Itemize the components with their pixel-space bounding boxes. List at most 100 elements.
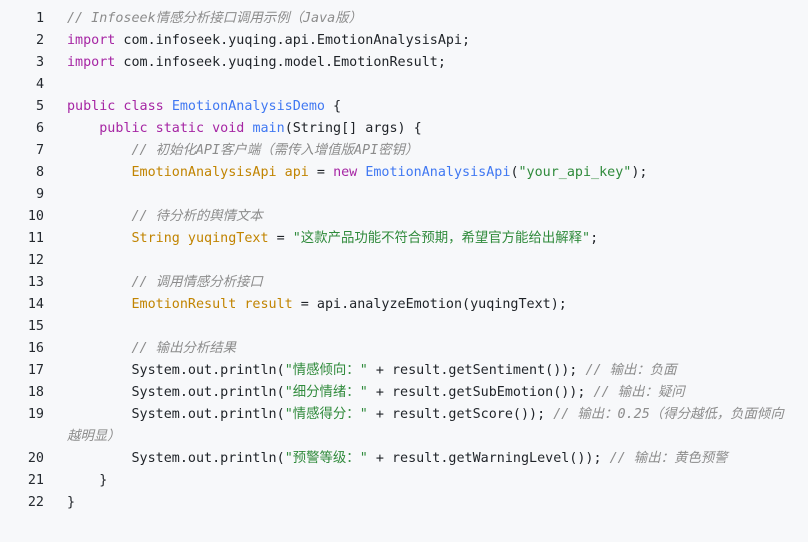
line-number: 22 [27, 495, 44, 510]
code-text: public static void main(String[] args) { [67, 118, 808, 140]
code-text: public class EmotionAnalysisDemo { [67, 96, 808, 118]
line-number: 5 [35, 99, 44, 114]
line-number: 13 [27, 275, 44, 290]
code-text: EmotionAnalysisApi api = new EmotionAnal… [67, 162, 808, 184]
code-token: com.infoseek.yuqing.api.EmotionAnalysisA… [115, 33, 471, 48]
line-number: 11 [27, 231, 44, 246]
code-token: // 输出：负面 [585, 363, 677, 378]
code-text: } [67, 470, 808, 492]
code-token: "情感得分：" [284, 407, 368, 422]
code-token: public class [67, 99, 164, 114]
code-token: // 输出：疑问 [593, 385, 685, 400]
code-line: 8 EmotionAnalysisApi api = new EmotionAn… [0, 162, 808, 184]
code-line: 14 EmotionResult result = api.analyzeEmo… [0, 294, 808, 316]
code-token: EmotionAnalysisApi [365, 165, 511, 180]
code-text: System.out.println("情感得分：" + result.getS… [67, 404, 808, 426]
line-number: 7 [35, 143, 44, 158]
code-line: 15 [0, 316, 808, 338]
code-token: // 待分析的舆情文本 [131, 209, 263, 224]
code-token: ( [510, 165, 519, 180]
line-number: 14 [27, 297, 44, 312]
code-token: ); [631, 165, 648, 180]
code-line: 4 [0, 74, 808, 96]
code-line: 1 // Infoseek情感分析接口调用示例（Java版） [0, 8, 808, 30]
code-line: 13 // 调用情感分析接口 [0, 272, 808, 294]
code-token: // 调用情感分析接口 [131, 275, 263, 290]
code-block: 1 // Infoseek情感分析接口调用示例（Java版） 2 import com… [0, 8, 808, 514]
code-token: + result.getSentiment()); [367, 363, 586, 378]
code-line: 18 System.out.println("细分情绪：" + result.g… [0, 382, 808, 404]
code-token: + result.getScore()); [367, 407, 554, 422]
code-token: "your_api_key" [518, 165, 632, 180]
code-line: 20 System.out.println("预警等级：" + result.g… [0, 448, 808, 470]
code-token: = api.analyzeEmotion(yuqingText); [292, 297, 567, 312]
code-text: System.out.println("预警等级：" + result.getW… [67, 448, 808, 470]
code-token: import [67, 33, 116, 48]
code-token: public static void [99, 121, 245, 136]
code-token: "预警等级：" [284, 451, 368, 466]
code-text: import com.infoseek.yuqing.model.Emotion… [67, 52, 808, 74]
code-line: 10 // 待分析的舆情文本 [0, 206, 808, 228]
line-number: 1 [35, 11, 44, 26]
code-token: 越明显） [67, 429, 121, 444]
code-token: + result.getWarningLevel()); [367, 451, 610, 466]
code-text: EmotionResult result = api.analyzeEmotio… [67, 294, 808, 316]
code-line: 2 import com.infoseek.yuqing.api.EmotionA… [0, 30, 808, 52]
code-text: // 待分析的舆情文本 [67, 206, 808, 228]
code-token: EmotionResult result [131, 297, 293, 312]
line-number: 9 [35, 187, 44, 202]
line-number: 8 [35, 165, 44, 180]
code-token: // 输出：0.25（得分越低，负面倾向 [553, 407, 784, 422]
line-number: 15 [27, 319, 44, 334]
code-token: EmotionAnalysisApi api [131, 165, 309, 180]
code-line: 5 public class EmotionAnalysisDemo { [0, 96, 808, 118]
code-token: { [325, 99, 342, 114]
code-line: 3 import com.infoseek.yuqing.model.Emotio… [0, 52, 808, 74]
code-text: import com.infoseek.yuqing.api.EmotionAn… [67, 30, 808, 52]
code-token: import [67, 55, 116, 70]
code-line: 17 System.out.println("情感倾向：" + result.g… [0, 360, 808, 382]
code-token: new [333, 165, 358, 180]
code-token: "细分情绪：" [284, 385, 368, 400]
code-text: 越明显） [67, 426, 808, 448]
line-number: 12 [27, 253, 44, 268]
code-line: 12 [0, 250, 808, 272]
code-text: String yuqingText = "这款产品功能不符合预期，希望官方能给出… [67, 228, 808, 250]
code-text: // 输出分析结果 [67, 338, 808, 360]
code-token: EmotionAnalysisDemo [171, 99, 325, 114]
code-token: "这款产品功能不符合预期，希望官方能给出解释" [292, 231, 591, 246]
code-token: // 输出：黄色预警 [609, 451, 728, 466]
code-text: // 初始化API客户端（需传入增值版API密钥） [67, 140, 808, 162]
line-number: 19 [27, 407, 44, 422]
code-token: System.out.println( [131, 363, 285, 378]
code-token: = [268, 231, 293, 246]
line-number: 6 [35, 121, 44, 136]
line-number: 4 [35, 77, 44, 92]
line-number: 21 [27, 473, 44, 488]
code-token: String yuqingText [131, 231, 269, 246]
line-number: 10 [27, 209, 44, 224]
code-token: // Infoseek情感分析接口调用示例（Java版） [67, 11, 363, 26]
code-text: } [67, 492, 808, 514]
line-number: 18 [27, 385, 44, 400]
code-line: 16 // 输出分析结果 [0, 338, 808, 360]
code-text: // Infoseek情感分析接口调用示例（Java版） [67, 8, 808, 30]
code-token: (String[] args) { [284, 121, 422, 136]
code-text: System.out.println("情感倾向：" + result.getS… [67, 360, 808, 382]
code-line: 6 public static void main(String[] args)… [0, 118, 808, 140]
code-token: System.out.println( [131, 451, 285, 466]
line-number: 17 [27, 363, 44, 378]
